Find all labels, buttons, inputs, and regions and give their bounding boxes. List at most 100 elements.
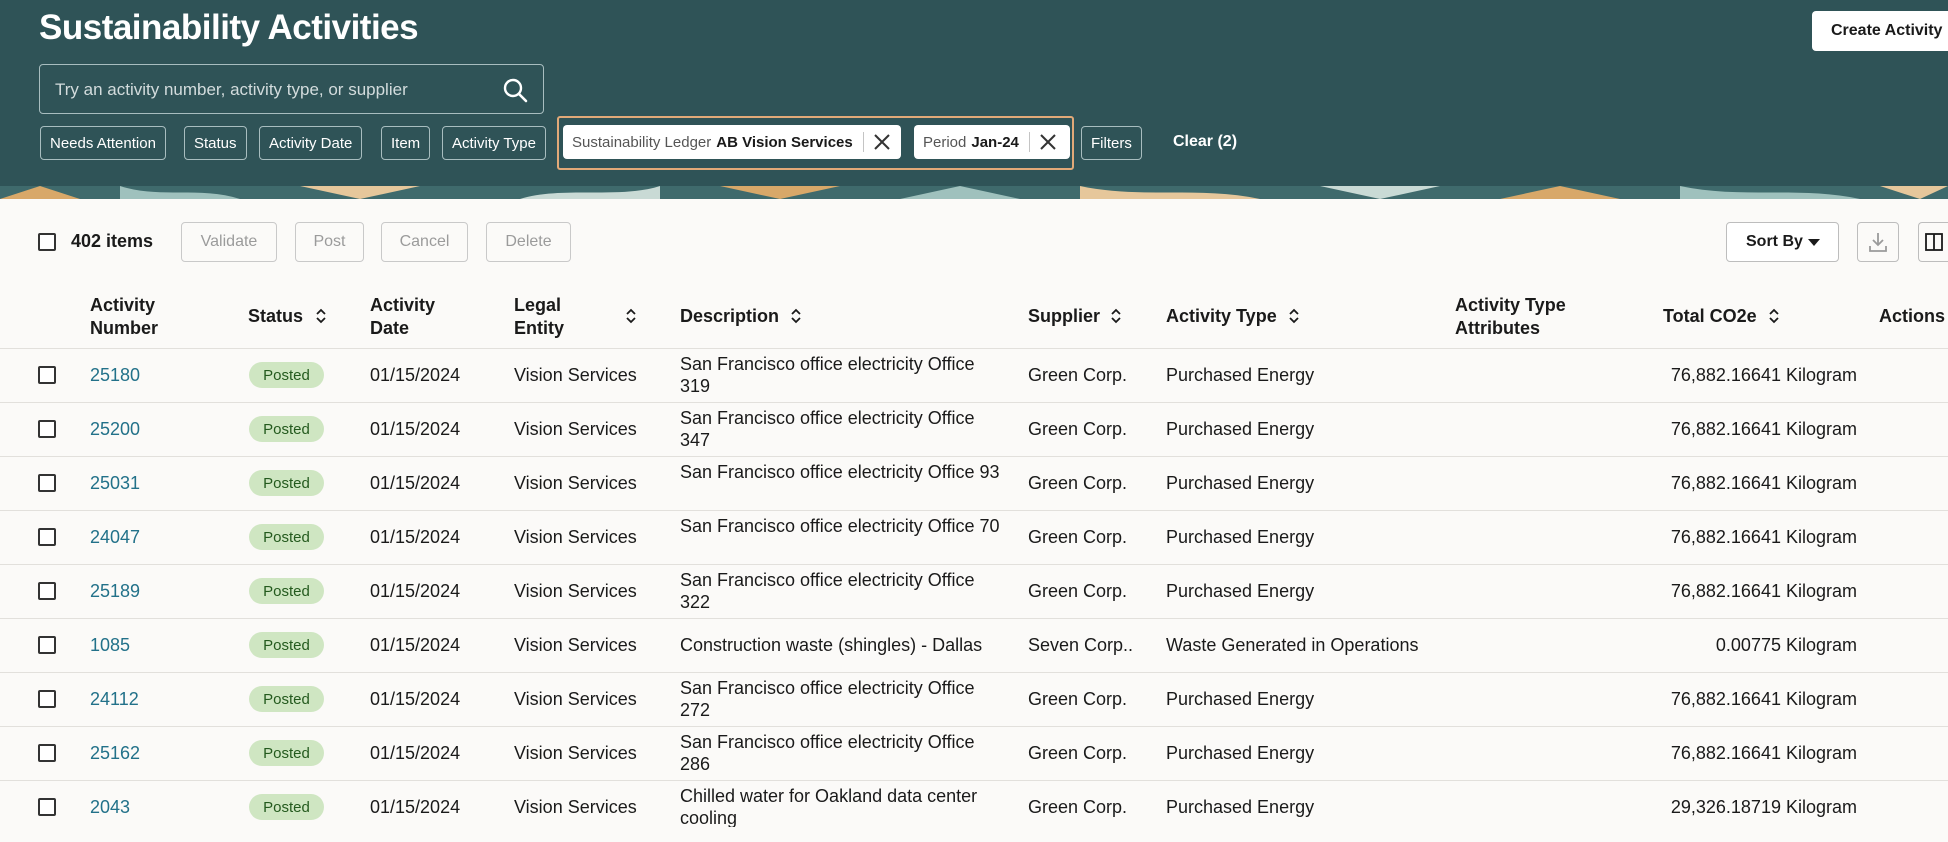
- status-badge: Posted: [249, 524, 324, 550]
- filter-chip-status[interactable]: Status: [184, 126, 247, 160]
- total-co2e: 76,882.16641 Kilogram: [1670, 419, 1857, 439]
- activity-number-link[interactable]: 24047: [90, 526, 140, 548]
- column-header-description[interactable]: Description: [680, 305, 779, 328]
- create-activity-button[interactable]: Create Activity: [1812, 11, 1948, 51]
- activity-date: 01/15/2024: [370, 419, 461, 439]
- applied-filter-ledger[interactable]: Sustainability Ledger AB Vision Services: [563, 125, 901, 159]
- total-co2e: 76,882.16641 Kilogram: [1670, 365, 1857, 385]
- activity-date: 01/15/2024: [370, 689, 461, 709]
- applied-filter-label: Sustainability Ledger: [572, 133, 712, 151]
- column-header-activity-type-attributes: Activity Type Attributes: [1455, 295, 1566, 338]
- legal-entity: Vision Services: [514, 689, 637, 709]
- cancel-button[interactable]: Cancel: [381, 222, 468, 262]
- sort-icon[interactable]: [1110, 307, 1122, 325]
- legal-entity: Vision Services: [514, 743, 637, 763]
- row-checkbox[interactable]: [38, 744, 56, 762]
- items-count: 402 items: [71, 231, 154, 251]
- supplier: Green Corp.: [1028, 581, 1128, 601]
- activity-date: 01/15/2024: [370, 473, 461, 493]
- applied-filter-label: Period: [923, 133, 967, 151]
- status-badge: Posted: [249, 578, 324, 604]
- search-input[interactable]: Try an activity number, activity type, o…: [39, 64, 544, 114]
- status-badge: Posted: [249, 686, 324, 712]
- activity-number-link[interactable]: 2043: [90, 796, 130, 818]
- columns-icon: [1924, 233, 1943, 251]
- row-checkbox[interactable]: [38, 474, 56, 492]
- activity-type: Purchased Energy: [1166, 797, 1315, 817]
- description: San Francisco office electricity Office …: [680, 408, 975, 450]
- row-checkbox[interactable]: [38, 528, 56, 546]
- activity-number-link[interactable]: 24112: [90, 688, 139, 710]
- page-title: Sustainability Activities: [39, 8, 419, 47]
- activity-type: Purchased Energy: [1166, 689, 1315, 709]
- description: San Francisco office electricity Office …: [680, 516, 1000, 536]
- column-header-activity-number[interactable]: Activity Number: [90, 294, 200, 340]
- column-header-supplier[interactable]: Supplier: [1028, 305, 1100, 328]
- total-co2e: 0.00775 Kilogram: [1715, 635, 1857, 655]
- sort-by-button[interactable]: Sort By: [1726, 222, 1839, 262]
- column-header-activity-type[interactable]: Activity Type: [1166, 305, 1277, 328]
- divider: [862, 132, 864, 152]
- total-co2e: 29,326.18719 Kilogram: [1670, 797, 1857, 817]
- status-badge: Posted: [249, 794, 324, 820]
- activity-type: Waste Generated in Operations: [1166, 635, 1419, 655]
- column-header-legal-entity[interactable]: Legal Entity: [514, 294, 594, 340]
- column-view-button[interactable]: [1918, 222, 1948, 262]
- total-co2e: 76,882.16641 Kilogram: [1670, 689, 1857, 709]
- filter-chip-needs-attention[interactable]: Needs Attention: [40, 126, 166, 160]
- legal-entity: Vision Services: [514, 473, 637, 493]
- supplier: Green Corp.: [1028, 365, 1128, 385]
- post-button[interactable]: Post: [295, 222, 364, 262]
- supplier: Green Corp.: [1028, 743, 1128, 763]
- filters-button[interactable]: Filters: [1081, 126, 1142, 160]
- sort-icon[interactable]: [1288, 307, 1300, 325]
- total-co2e: 76,882.16641 Kilogram: [1670, 581, 1857, 601]
- delete-button[interactable]: Delete: [486, 222, 571, 262]
- activity-number-link[interactable]: 25200: [90, 418, 140, 440]
- column-header-activity-date[interactable]: Activity Date: [370, 294, 460, 340]
- applied-filter-value: AB Vision Services: [716, 133, 853, 151]
- close-icon[interactable]: [872, 132, 892, 152]
- sort-icon[interactable]: [1768, 307, 1780, 325]
- row-checkbox[interactable]: [38, 798, 56, 816]
- activity-type: Purchased Energy: [1166, 527, 1315, 547]
- close-icon[interactable]: [1038, 132, 1058, 152]
- sort-icon[interactable]: [625, 307, 637, 325]
- legal-entity: Vision Services: [514, 635, 637, 655]
- activity-number-link[interactable]: 25180: [90, 364, 140, 386]
- column-header-actions: Actions: [1879, 306, 1946, 326]
- filter-chip-activity-type[interactable]: Activity Type: [442, 126, 546, 160]
- total-co2e: 76,882.16641 Kilogram: [1670, 473, 1857, 493]
- filter-chip-item[interactable]: Item: [381, 126, 431, 160]
- activity-number-link[interactable]: 1085: [90, 634, 130, 656]
- supplier: Seven Corp..: [1028, 635, 1134, 655]
- export-button[interactable]: [1857, 222, 1899, 262]
- activity-date: 01/15/2024: [370, 743, 461, 763]
- total-co2e: 76,882.16641 Kilogram: [1670, 527, 1857, 547]
- row-checkbox[interactable]: [38, 690, 56, 708]
- row-checkbox[interactable]: [38, 420, 56, 438]
- status-badge: Posted: [249, 416, 324, 442]
- activity-type: Purchased Energy: [1166, 419, 1315, 439]
- description: Chilled water for Oakland data center co…: [680, 786, 978, 827]
- activity-type: Purchased Energy: [1166, 743, 1315, 763]
- column-header-total-co2e[interactable]: Total CO2e: [1663, 305, 1757, 328]
- row-checkbox[interactable]: [38, 366, 56, 384]
- clear-filters-link[interactable]: Clear (2): [1173, 133, 1237, 151]
- description: San Francisco office electricity Office …: [680, 354, 975, 396]
- row-divider: [0, 618, 1948, 619]
- sort-icon[interactable]: [315, 307, 327, 325]
- row-checkbox[interactable]: [38, 636, 56, 654]
- search-icon[interactable]: [502, 77, 528, 103]
- validate-button[interactable]: Validate: [181, 222, 277, 262]
- sort-icon[interactable]: [790, 307, 802, 325]
- activity-type: Purchased Energy: [1166, 473, 1315, 493]
- applied-filter-period[interactable]: Period Jan-24: [914, 125, 1070, 159]
- activity-number-link[interactable]: 25162: [90, 742, 140, 764]
- activity-number-link[interactable]: 25031: [90, 472, 140, 494]
- row-checkbox[interactable]: [38, 582, 56, 600]
- column-header-status[interactable]: Status: [248, 305, 303, 328]
- activity-number-link[interactable]: 25189: [90, 580, 140, 602]
- select-all-checkbox[interactable]: [38, 233, 56, 251]
- filter-chip-activity-date[interactable]: Activity Date: [259, 126, 363, 160]
